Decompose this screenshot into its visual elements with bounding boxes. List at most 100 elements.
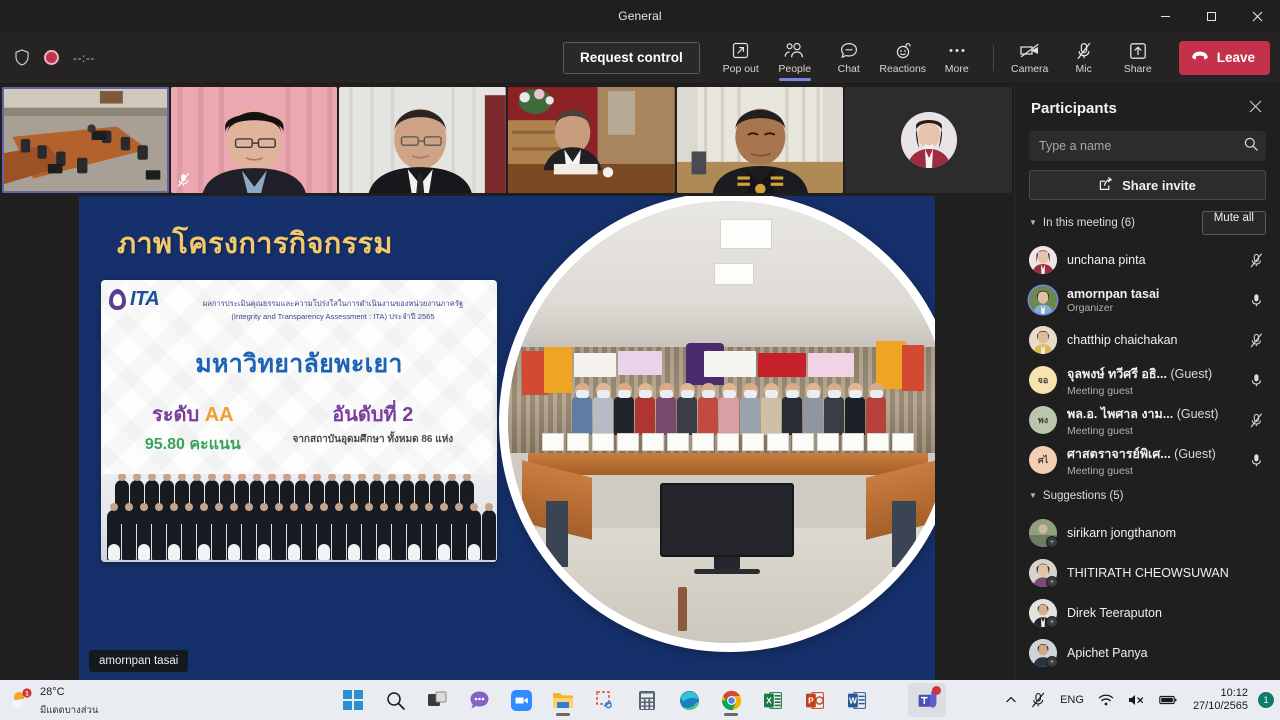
people-button[interactable]: People — [768, 34, 822, 82]
leave-button[interactable]: Leave — [1178, 40, 1270, 75]
suggestions-section-header[interactable]: ▼ Suggestions (5) — [1029, 483, 1266, 509]
request-control-button[interactable]: Request control — [562, 41, 700, 74]
show-hidden-icons-button[interactable] — [999, 690, 1023, 710]
participants-search[interactable] — [1029, 131, 1266, 161]
suggestion-row[interactable]: + sirikarn jongthanom — [1029, 513, 1266, 553]
chat-icon — [840, 41, 858, 61]
ceiling-light-2 — [714, 263, 754, 285]
share-invite-button[interactable]: Share invite — [1029, 170, 1266, 200]
start-button[interactable] — [334, 683, 372, 717]
weather-widget[interactable]: 1 28°C มีแดดบางส่วน — [0, 682, 98, 719]
chat-button[interactable]: Chat — [822, 34, 876, 82]
guest-tag: (Guest) — [1176, 406, 1219, 421]
language-indicator[interactable]: ENG — [1054, 690, 1090, 710]
in-meeting-section-header[interactable]: ▼ In this meeting (6) Mute all — [1029, 210, 1266, 236]
hang-up-icon — [1191, 50, 1209, 65]
shared-content-stage[interactable]: ภาพโครงการกิจกรรม ITA ผลการประเมินคุณธรร… — [0, 196, 1014, 680]
circular-group-photo — [499, 196, 935, 652]
task-view-button[interactable] — [418, 683, 456, 717]
mic-on-icon[interactable] — [1248, 373, 1264, 388]
mic-off-icon[interactable] — [1248, 332, 1264, 348]
ita-subtitle: ผลการประเมินคุณธรรมและความโปร่งใสในการดำ… — [179, 298, 487, 324]
window-title: General — [618, 9, 662, 23]
search-input[interactable] — [1039, 139, 1244, 153]
battery-icon[interactable] — [1153, 690, 1183, 710]
photo-side-monitor-left — [546, 501, 568, 567]
video-tile-participant-2[interactable] — [170, 87, 338, 193]
banner-red-1 — [758, 353, 806, 377]
video-tile-meeting-room[interactable] — [2, 87, 169, 193]
mic-on-icon[interactable] — [1248, 453, 1264, 468]
chevron-down-icon: ▼ — [1029, 491, 1037, 500]
svg-text:X: X — [766, 695, 772, 705]
photo-side-monitor-right — [892, 501, 916, 567]
toolbar-divider — [992, 44, 994, 71]
mic-off-icon[interactable] — [1248, 412, 1264, 428]
toolbar-left-group: --:-- — [0, 49, 300, 66]
teams-app[interactable] — [908, 683, 946, 717]
participant-row[interactable]: unchana pinta — [1029, 240, 1266, 280]
participants-title: Participants — [1031, 99, 1117, 117]
mic-muted-tray-icon[interactable] — [1025, 688, 1052, 712]
participant-row[interactable]: จอ จุลพงษ์ ทวีศรี อธิ... (Guest) Meeting… — [1029, 360, 1266, 400]
minimize-button[interactable] — [1142, 0, 1188, 32]
ita-group-photo — [101, 474, 497, 562]
more-button[interactable]: More — [930, 34, 984, 82]
mic-on-icon[interactable] — [1248, 293, 1264, 308]
video-tile-participant-5[interactable] — [676, 87, 844, 193]
mic-button[interactable]: Mic — [1057, 34, 1111, 82]
mic-off-icon[interactable] — [1248, 252, 1264, 268]
avatar — [900, 112, 957, 168]
notification-badge[interactable]: 1 — [1258, 692, 1274, 708]
video-tile-participant-4[interactable] — [508, 87, 675, 193]
ita-stats: ระดับ AA 95.80 คะแนน อันดับที่ 2 จากสถาบ… — [101, 398, 497, 457]
avatar-initials: จอ — [1029, 366, 1057, 394]
maximize-button[interactable] — [1188, 0, 1234, 32]
close-icon[interactable] — [1245, 96, 1266, 120]
chrome-app[interactable] — [712, 683, 750, 717]
search-button[interactable] — [376, 683, 414, 717]
shield-icon — [14, 49, 30, 66]
chat-app[interactable] — [460, 683, 498, 717]
word-app[interactable]: W — [838, 683, 876, 717]
suggestion-row[interactable]: + THITIRATH CHEOWSUWAN — [1029, 553, 1266, 593]
mic-off-icon — [1076, 41, 1092, 61]
camera-button[interactable]: Camera — [1003, 34, 1057, 82]
close-button[interactable] — [1234, 0, 1280, 32]
banner-pink-2 — [808, 353, 854, 377]
weather-temperature: 28°C — [40, 685, 65, 698]
clock[interactable]: 10:12 27/10/2565 — [1185, 685, 1256, 715]
wifi-icon[interactable] — [1092, 689, 1120, 711]
video-tile-avatar[interactable] — [845, 87, 1013, 193]
ita-subtitle-line1: ผลการประเมินคุณธรรมและความโปร่งใสในการดำ… — [202, 299, 464, 308]
ita-rank-sub: จากสถาบันอุดมศึกษา ทั้งหมด 86 แห่ง — [292, 434, 454, 445]
volume-muted-icon[interactable] — [1122, 689, 1151, 711]
participant-row[interactable]: ศไ ศาสตราจารย์พิเศ... (Guest) Meeting gu… — [1029, 440, 1266, 480]
reactions-button[interactable]: Reactions — [876, 34, 930, 82]
snipping-tool-app[interactable] — [586, 683, 624, 717]
suggestion-row[interactable]: + Direk Teeraputon — [1029, 593, 1266, 633]
participant-row[interactable]: amornpan tasai Organizer — [1029, 280, 1266, 320]
calculator-app[interactable] — [628, 683, 666, 717]
title-bar: General — [0, 0, 1280, 32]
people-icon — [784, 41, 805, 61]
reactions-label: Reactions — [879, 62, 927, 75]
banner-pink-1 — [618, 351, 662, 375]
participants-panel: Participants Share invite ▼ — [1014, 85, 1280, 680]
meeting-toolbar: --:-- Request control Pop out People Cha… — [0, 32, 1280, 84]
leave-label: Leave — [1216, 50, 1255, 65]
powerpoint-app[interactable]: P — [796, 683, 834, 717]
edge-app[interactable] — [670, 683, 708, 717]
mute-all-button[interactable]: Mute all — [1201, 211, 1266, 235]
file-explorer-app[interactable] — [544, 683, 582, 717]
share-button[interactable]: Share — [1111, 34, 1165, 82]
zoom-app[interactable] — [502, 683, 540, 717]
participant-row[interactable]: พง พล.อ. ไพศาล งาม... (Guest) Meeting gu… — [1029, 400, 1266, 440]
suggestion-row[interactable]: + Apichet Panya — [1029, 633, 1266, 673]
excel-app[interactable]: X — [754, 683, 792, 717]
video-tile-participant-3[interactable] — [339, 87, 507, 193]
pop-out-button[interactable]: Pop out — [714, 34, 768, 82]
participant-row[interactable]: chatthip chaichakan — [1029, 320, 1266, 360]
windows-taskbar: 1 28°C มีแดดบางส่วน X P W ENG 10:12 27/1… — [0, 680, 1280, 720]
share-invite-icon — [1099, 176, 1114, 194]
